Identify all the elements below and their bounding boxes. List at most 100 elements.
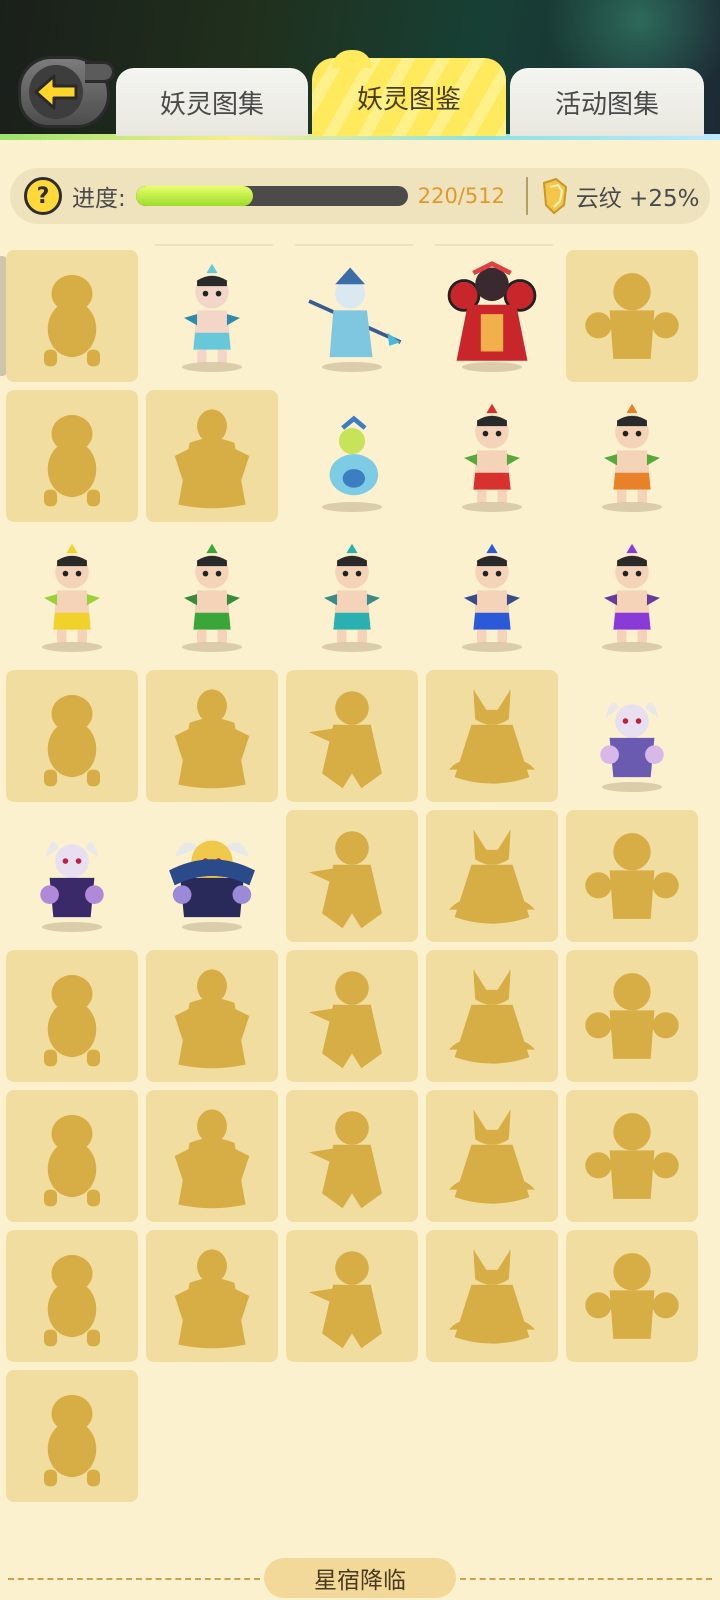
locked-creature-card[interactable] (426, 810, 558, 942)
locked-creature-card[interactable] (286, 810, 418, 942)
blue-imp-icon (184, 263, 240, 363)
creature-silhouette-icon (174, 969, 250, 1069)
creature-card-calabash-purple[interactable] (566, 530, 698, 662)
footer-label: 星宿降临 (314, 1568, 406, 1594)
creature-card-calabash-red[interactable] (426, 390, 558, 522)
creature-silhouette-icon (585, 1253, 679, 1339)
creature-silhouette-icon (309, 971, 382, 1069)
horned-imp-small-icon (600, 702, 664, 778)
locked-creature-card[interactable] (566, 1230, 698, 1362)
creature-silhouette-icon (44, 274, 100, 367)
creature-card-spear-warrior[interactable] (286, 250, 418, 382)
calabash-green-icon (184, 543, 240, 643)
locked-creature-card[interactable] (286, 1090, 418, 1222)
locked-creature-card[interactable] (566, 950, 698, 1082)
calabash-red-icon (464, 403, 520, 503)
locked-creature-card[interactable] (6, 390, 138, 522)
locked-creature-card[interactable] (146, 390, 278, 522)
creature-silhouette-icon (585, 273, 679, 359)
creature-silhouette-icon (449, 1109, 535, 1204)
creature-silhouette-icon (585, 1113, 679, 1199)
footer-divider-right (460, 1578, 712, 1580)
creature-card-calabash-blue[interactable] (426, 530, 558, 662)
creature-silhouette-icon (44, 414, 100, 507)
creature-silhouette-icon (44, 1394, 100, 1487)
creature-silhouette-icon (174, 689, 250, 789)
creature-silhouette-icon (449, 969, 535, 1064)
locked-creature-card[interactable] (6, 670, 138, 802)
locked-creature-card[interactable] (6, 1230, 138, 1362)
locked-creature-card[interactable] (426, 670, 558, 802)
character-shadow (182, 922, 242, 932)
locked-creature-card[interactable] (146, 1230, 278, 1362)
creature-silhouette-icon (309, 691, 382, 789)
character-shadow (42, 922, 102, 932)
locked-creature-card[interactable] (286, 950, 418, 1082)
character-shadow (602, 642, 662, 652)
calabash-orange-icon (604, 403, 660, 503)
cell-separator (155, 244, 273, 246)
calabash-blue-icon (464, 543, 520, 643)
creature-card-horned-imp-small[interactable] (566, 670, 698, 802)
locked-creature-card[interactable] (286, 670, 418, 802)
creature-silhouette-icon (44, 974, 100, 1067)
locked-creature-card[interactable] (6, 950, 138, 1082)
character-shadow (602, 502, 662, 512)
character-shadow (462, 362, 522, 372)
character-shadow (322, 502, 382, 512)
creature-card-horned-imp-brawler[interactable] (6, 810, 138, 942)
creature-card-blue-imp[interactable] (146, 250, 278, 382)
locked-creature-card[interactable] (6, 1370, 138, 1502)
creature-silhouette-icon (309, 1251, 382, 1349)
creature-silhouette-icon (44, 694, 100, 787)
locked-creature-card[interactable] (426, 950, 558, 1082)
creature-card-horned-demon-lord[interactable] (146, 810, 278, 942)
locked-creature-card[interactable] (566, 250, 698, 382)
creature-card-calabash-cyan[interactable] (286, 530, 418, 662)
locked-creature-card[interactable] (426, 1230, 558, 1362)
spear-warrior-icon (308, 267, 402, 358)
creature-silhouette-icon (174, 1249, 250, 1349)
cell-separator (435, 244, 553, 246)
character-shadow (42, 642, 102, 652)
gourd-sprite-icon (329, 415, 379, 496)
creature-card-calabash-green[interactable] (146, 530, 278, 662)
character-shadow (602, 782, 662, 792)
calabash-purple-icon (604, 543, 660, 643)
locked-creature-card[interactable] (6, 250, 138, 382)
footer-section-button[interactable]: 星宿降临 (264, 1558, 456, 1598)
creature-silhouette-icon (44, 1114, 100, 1207)
creature-silhouette-icon (174, 1109, 250, 1209)
character-shadow (182, 362, 242, 372)
creature-card-calabash-orange[interactable] (566, 390, 698, 522)
character-shadow (462, 502, 522, 512)
locked-creature-card[interactable] (6, 1090, 138, 1222)
locked-creature-card[interactable] (146, 950, 278, 1082)
creature-silhouette-icon (309, 831, 382, 929)
creature-silhouette-icon (449, 1249, 535, 1344)
locked-creature-card[interactable] (566, 1090, 698, 1222)
horned-demon-lord-icon (169, 840, 255, 918)
locked-creature-card[interactable] (286, 1230, 418, 1362)
creature-card-gourd-sprite[interactable] (286, 390, 418, 522)
locked-creature-card[interactable] (566, 810, 698, 942)
locked-creature-card[interactable] (426, 1090, 558, 1222)
footer-divider-left (8, 1578, 260, 1580)
locked-creature-card[interactable] (146, 1090, 278, 1222)
horned-imp-brawler-icon (40, 842, 104, 918)
creature-silhouette-icon (449, 829, 535, 924)
creature-silhouette-icon (309, 1111, 382, 1209)
creature-silhouette-icon (174, 409, 250, 509)
creature-card-calabash-yellow[interactable] (6, 530, 138, 662)
locked-creature-card[interactable] (146, 670, 278, 802)
character-shadow (462, 642, 522, 652)
character-shadow (322, 642, 382, 652)
creature-silhouette-icon (449, 689, 535, 784)
character-shadow (322, 362, 382, 372)
creature-silhouette-icon (44, 1254, 100, 1347)
calabash-cyan-icon (324, 543, 380, 643)
creature-card-red-armored-boss[interactable] (426, 250, 558, 382)
creature-silhouette-icon (585, 833, 679, 919)
collection-grid (0, 0, 720, 1600)
creature-silhouette-icon (585, 973, 679, 1059)
